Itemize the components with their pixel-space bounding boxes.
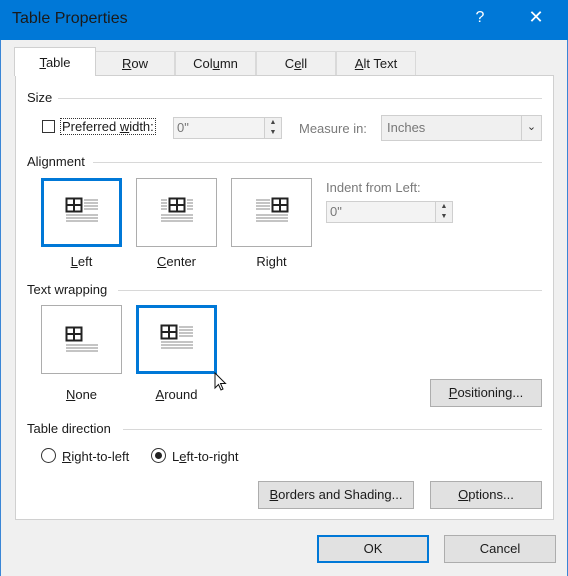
align-center-label: Center <box>136 254 217 269</box>
button-label: orders and Shading... <box>278 487 403 502</box>
tab-label: ow <box>131 56 148 71</box>
option-label: ight-to-left <box>71 449 130 464</box>
chevron-down-icon[interactable]: ⌄ <box>521 116 541 140</box>
tab-row[interactable]: Row <box>95 51 175 75</box>
option-label: Ri <box>256 254 269 269</box>
right-to-left-radio[interactable] <box>41 448 56 463</box>
help-button[interactable]: ? <box>470 9 490 31</box>
mnemonic: g <box>268 254 276 269</box>
radio-selected-dot <box>155 452 162 459</box>
text-wrapping-heading: Text wrapping <box>27 282 108 297</box>
measure-in-value: Inches <box>387 120 426 135</box>
tab-label: ll <box>301 56 308 71</box>
alignment-heading: Alignment <box>27 154 85 169</box>
tab-label: lt Text <box>363 56 398 71</box>
option-label: enter <box>166 254 197 269</box>
positioning-button[interactable]: Positioning... <box>430 379 542 407</box>
mnemonic: O <box>458 487 469 502</box>
preferred-width-input[interactable]: 0" <box>173 117 265 139</box>
tab-mnemonic: R <box>121 56 132 71</box>
align-right-option[interactable] <box>231 178 312 247</box>
mnemonic: A <box>155 387 165 402</box>
align-left-option[interactable] <box>41 178 122 247</box>
mnemonic: L <box>70 254 78 269</box>
option-label: ht <box>275 254 287 269</box>
wrap-none-label: None <box>41 387 122 402</box>
mnemonic: C <box>156 254 167 269</box>
option-label: one <box>75 387 98 402</box>
option-label: ft-to-right <box>186 449 239 464</box>
table-align-center-icon <box>161 197 193 222</box>
table-direction-heading: Table direction <box>27 421 111 436</box>
mouse-pointer-icon <box>214 372 227 391</box>
indent-from-left-label: Indent from Left: <box>326 180 421 195</box>
section-divider <box>58 98 542 99</box>
borders-and-shading-button[interactable]: Borders and Shading... <box>258 481 414 509</box>
table-align-right-icon <box>256 197 289 222</box>
right-to-left-label: Right-to-left <box>62 449 129 464</box>
indent-spinner[interactable]: ▲ ▼ <box>435 201 453 223</box>
mnemonic: w <box>119 119 130 134</box>
tab-label: mn <box>219 56 238 71</box>
window-border <box>0 40 1 576</box>
align-left-label: Left <box>41 254 122 269</box>
button-label: ptions... <box>468 487 514 502</box>
wrap-around-icon <box>160 324 193 349</box>
preferred-width-checkbox[interactable] <box>42 120 55 133</box>
measure-in-select[interactable]: Inches ⌄ <box>381 115 542 141</box>
spin-down-icon[interactable]: ▼ <box>265 128 281 138</box>
mnemonic: B <box>269 487 279 502</box>
indent-from-left-input[interactable]: 0" <box>326 201 436 223</box>
cancel-button[interactable]: Cancel <box>444 535 556 563</box>
dialog-title: Table Properties <box>12 10 128 27</box>
options-button[interactable]: Options... <box>430 481 542 509</box>
wrap-none-icon <box>65 326 98 352</box>
tab-mnemonic: u <box>212 56 220 71</box>
mnemonic: N <box>65 387 76 402</box>
option-label: round <box>164 387 198 402</box>
section-divider <box>93 162 542 163</box>
left-to-right-radio[interactable] <box>151 448 166 463</box>
tab-label: able <box>45 55 71 70</box>
left-to-right-label: Left-to-right <box>172 449 238 464</box>
preferred-width-label-text: Preferred width: <box>60 118 156 135</box>
tab-cell[interactable]: Cell <box>256 51 336 75</box>
preferred-width-label: Preferred width: <box>60 118 156 135</box>
ok-button[interactable]: OK <box>317 535 429 563</box>
wrap-around-label: Around <box>136 387 217 402</box>
align-center-option[interactable] <box>136 178 217 247</box>
preferred-width-spinner[interactable]: ▲ ▼ <box>264 117 282 139</box>
option-label: eft <box>77 254 93 269</box>
tab-column[interactable]: Column <box>175 51 256 75</box>
button-label: ositioning... <box>457 385 524 400</box>
tab-label: Col <box>193 56 213 71</box>
tab-alt-text[interactable]: Alt Text <box>336 51 416 75</box>
section-divider <box>118 290 542 291</box>
align-right-label: Right <box>231 254 312 269</box>
spin-up-icon[interactable]: ▲ <box>265 118 281 128</box>
mnemonic: R <box>62 449 72 464</box>
spin-down-icon[interactable]: ▼ <box>436 212 452 222</box>
table-align-left-icon <box>65 197 98 222</box>
wrap-around-option[interactable] <box>136 305 217 374</box>
close-button[interactable]: ✕ <box>520 7 552 33</box>
tab-table[interactable]: Table <box>14 47 96 76</box>
tab-label: C <box>284 56 295 71</box>
wrap-none-option[interactable] <box>41 305 122 374</box>
size-heading: Size <box>27 90 53 105</box>
measure-in-label: Measure in: <box>299 121 367 136</box>
section-divider <box>123 429 542 430</box>
spin-up-icon[interactable]: ▲ <box>436 202 452 212</box>
